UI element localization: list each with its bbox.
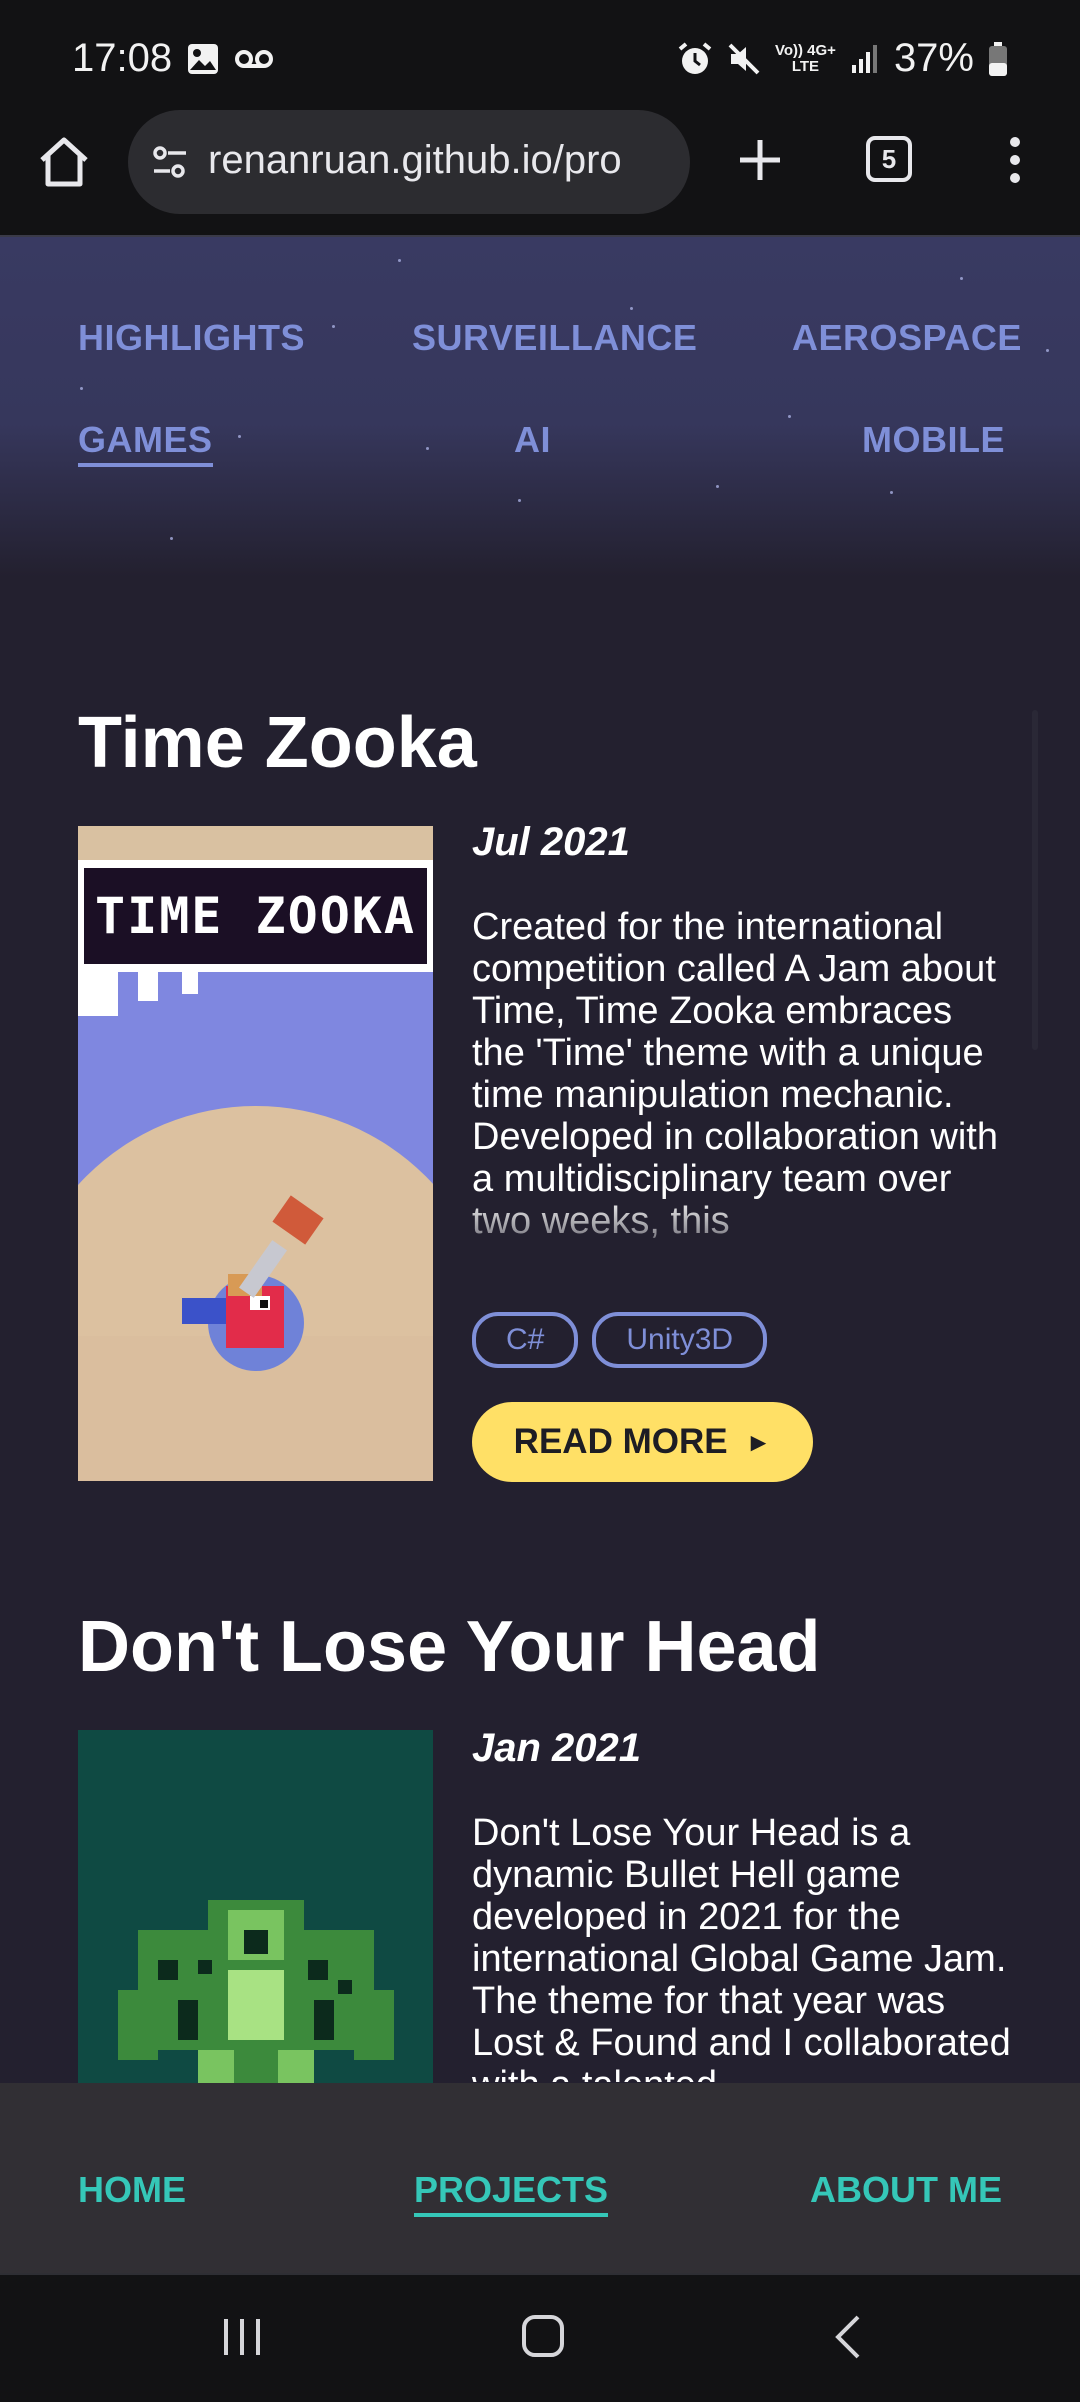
project-description: Created for the international competitio…: [472, 906, 998, 1242]
project-title: Don't Lose Your Head: [78, 1607, 821, 1687]
tag-unity3d: Unity3D: [592, 1312, 768, 1368]
status-system-icons: Vo)) 4G+ LTE 37%: [677, 36, 1008, 81]
nav-projects[interactable]: PROJECTS: [414, 2169, 609, 2217]
project-thumbnail[interactable]: TIME ZOOKA: [78, 826, 433, 1481]
nav-mobile[interactable]: MOBILE: [862, 419, 1005, 461]
more-menu-icon[interactable]: [1000, 130, 1030, 190]
nav-surveillance[interactable]: SURVEILLANCE: [412, 317, 697, 359]
robot-sprite-art: [78, 1730, 433, 2083]
home-icon[interactable]: [34, 132, 94, 192]
site-bottom-nav: HOME PROJECTS ABOUT ME: [0, 2083, 1080, 2273]
status-notification-icons: [186, 42, 274, 76]
tab-switcher-button[interactable]: 5: [866, 136, 912, 182]
voicemail-icon: [235, 50, 273, 68]
battery-icon: [989, 41, 1007, 76]
nav-ai[interactable]: AI: [514, 419, 551, 461]
recent-apps-icon[interactable]: [220, 2315, 264, 2359]
new-tab-icon[interactable]: [730, 130, 790, 190]
mute-icon: [728, 43, 760, 74]
time-zooka-logo: TIME ZOOKA: [94, 887, 417, 945]
volte-indicator: Vo)) 4G+ LTE: [774, 41, 836, 75]
alarm-icon: [678, 41, 712, 74]
gallery-notification-icon: [188, 44, 218, 74]
home-button-icon[interactable]: [520, 2313, 566, 2359]
battery-percent: 37%: [893, 36, 974, 80]
tag-csharp: C#: [472, 1312, 579, 1368]
project-description: Don't Lose Your Head is a dynamic Bullet…: [472, 1812, 1011, 2082]
back-icon[interactable]: [828, 2313, 868, 2361]
project-date: Jul 2021: [472, 820, 630, 864]
nav-highlights[interactable]: HIGHLIGHTS: [78, 317, 305, 359]
address-bar[interactable]: renanruan.github.io/pro: [128, 110, 690, 214]
nav-about-me[interactable]: ABOUT ME: [810, 2169, 1002, 2211]
nav-aerospace[interactable]: AEROSPACE: [792, 317, 1022, 359]
site-settings-icon[interactable]: [150, 142, 190, 182]
url-text: renanruan.github.io/pro: [208, 138, 622, 182]
project-thumbnail[interactable]: [78, 1730, 433, 2083]
signal-icon: [851, 44, 877, 73]
project-date: Jan 2021: [472, 1726, 642, 1770]
arrow-right-icon: ►: [745, 1426, 772, 1457]
read-more-button[interactable]: READ MORE ►: [472, 1402, 813, 1482]
nav-games[interactable]: GAMES: [78, 419, 213, 467]
category-nav: HIGHLIGHTS SURVEILLANCE AEROSPACE GAMES …: [0, 237, 1080, 577]
android-navigation-bar: [0, 2273, 1080, 2402]
page-scrollbar[interactable]: [1032, 710, 1038, 1050]
browser-toolbar: renanruan.github.io/pro 5: [0, 110, 1080, 237]
status-bar: 17:08 Vo)) 4G+ LTE 37%: [0, 0, 1080, 110]
tech-tags: C# Unity3D: [472, 1312, 768, 1368]
project-title: Time Zooka: [78, 703, 477, 783]
nav-home[interactable]: HOME: [78, 2169, 186, 2211]
status-time: 17:08: [72, 36, 173, 80]
